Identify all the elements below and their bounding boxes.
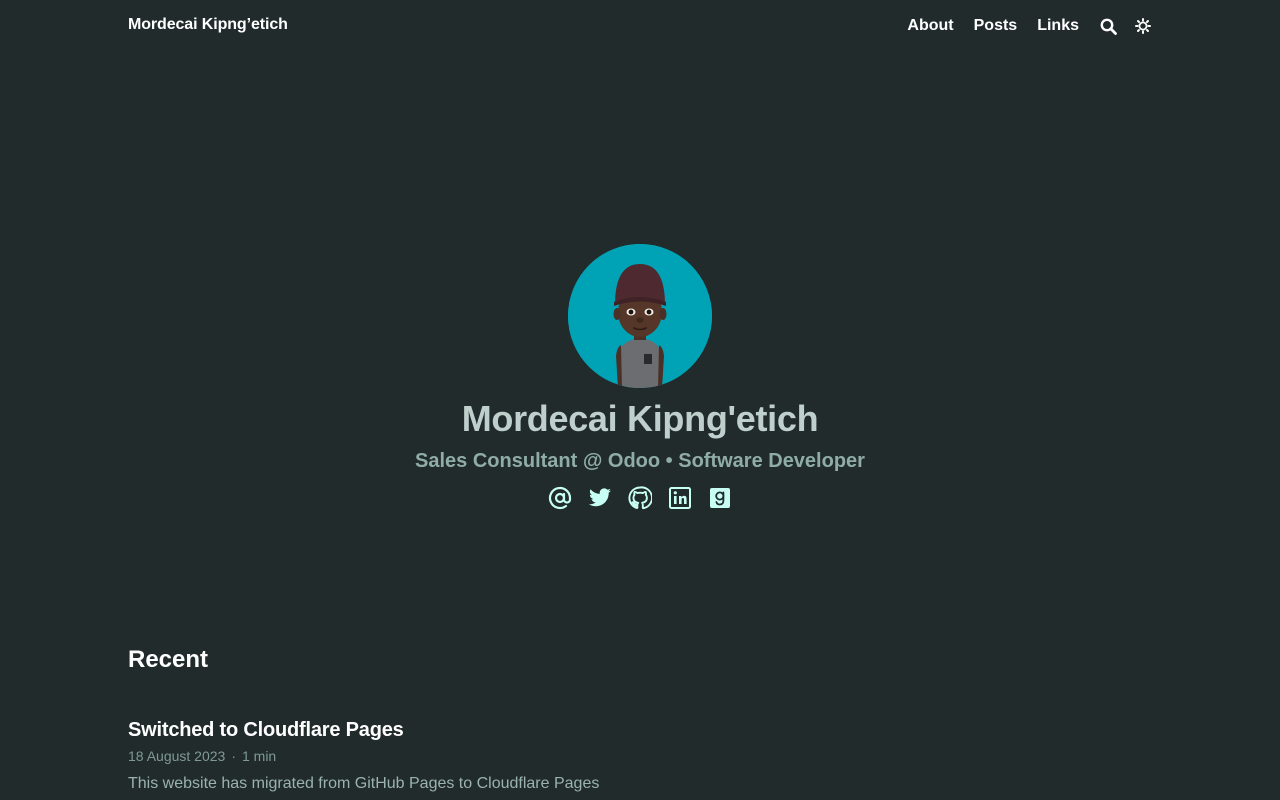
main-nav: About Posts Links xyxy=(887,14,1152,38)
post-summary: This website has migrated from GitHub Pa… xyxy=(128,775,600,792)
goodreads-link[interactable] xyxy=(708,486,732,510)
nav-links-link[interactable]: Links xyxy=(1037,14,1079,38)
post-meta: 18 August 2023 · 1 min xyxy=(128,746,1152,766)
post-date: 18 August 2023 xyxy=(128,748,226,764)
nav-posts-link[interactable]: Posts xyxy=(974,14,1018,38)
post-read-time: 1 min xyxy=(241,748,277,764)
email-link[interactable] xyxy=(548,486,572,510)
profile-name: Mordecai Kipng'etich xyxy=(461,398,819,439)
post-entry[interactable]: Switched to Cloudflare Pages 18 August 2… xyxy=(128,716,1152,794)
memoji-avatar-image xyxy=(568,244,712,388)
search-icon[interactable] xyxy=(1099,17,1117,35)
github-icon xyxy=(628,486,652,510)
post-title[interactable]: Switched to Cloudflare Pages xyxy=(128,716,1152,744)
twitter-icon xyxy=(589,488,611,507)
avatar xyxy=(568,244,712,388)
goodreads-icon xyxy=(710,488,730,508)
linkedin-icon xyxy=(669,487,691,509)
recent-heading: Recent xyxy=(128,646,209,673)
social-links xyxy=(0,486,1280,510)
meta-separator: · xyxy=(231,748,236,764)
sun-icon[interactable] xyxy=(1134,17,1152,35)
github-link[interactable] xyxy=(628,486,652,510)
linkedin-link[interactable] xyxy=(668,486,692,510)
at-sign-icon xyxy=(548,486,572,510)
nav-about-link[interactable]: About xyxy=(907,14,953,38)
profile-hero: Mordecai Kipng'etich Sales Consultant @ … xyxy=(0,244,1280,510)
profile-subtitle: Sales Consultant @ Odoo • Software Devel… xyxy=(415,450,865,472)
site-brand-link[interactable]: Mordecai Kipng’etich xyxy=(128,16,288,34)
site-header: Mordecai Kipng’etich About Posts Links xyxy=(0,0,1280,52)
twitter-link[interactable] xyxy=(588,486,612,510)
